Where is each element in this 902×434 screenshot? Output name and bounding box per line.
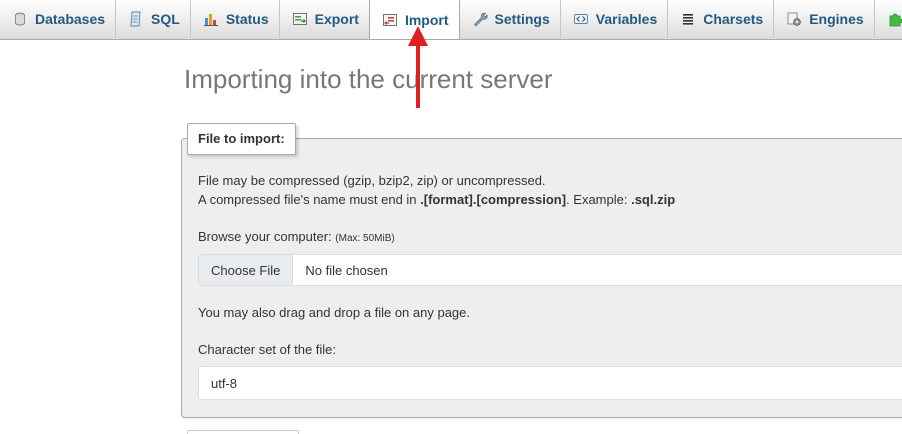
tab-label: Status (225, 11, 269, 27)
tab-engines[interactable]: Engines (774, 0, 875, 38)
tab-label: Engines (809, 11, 864, 27)
engines-icon (786, 11, 802, 27)
choose-file-button[interactable]: Choose File (199, 255, 294, 285)
import-page: Databases SQL Status Export Import Setti… (0, 0, 902, 434)
charset-select[interactable]: utf-8 (198, 366, 902, 400)
charset-label: Character set of the file: (198, 342, 337, 357)
tab-label: Databases (35, 11, 106, 27)
drag-drop-note: You may also drag and drop a file on any… (198, 305, 470, 320)
file-status-text: No file chosen (305, 262, 388, 278)
tab-label: Charsets (703, 11, 764, 27)
filename-format: .[format].[compression] (420, 192, 567, 207)
wrench-icon (472, 11, 488, 27)
database-icon (12, 11, 28, 27)
filename-note-prefix: A compressed file's name must end in (198, 192, 421, 207)
tab-label: SQL (151, 11, 180, 27)
browse-label-text: Browse your computer: (198, 229, 336, 244)
variables-icon (573, 11, 589, 27)
top-menu-tabs: Databases SQL Status Export Import Setti… (0, 0, 902, 40)
status-chart-icon (203, 11, 219, 27)
tab-settings[interactable]: Settings (460, 0, 561, 38)
filename-example: .sql.zip (631, 192, 676, 207)
tab-export[interactable]: Export (280, 0, 370, 38)
next-section-legend (187, 430, 299, 434)
tab-sql[interactable]: SQL (116, 0, 191, 38)
filename-note-middle: . Example: (566, 192, 632, 207)
annotation-arrow-icon (408, 26, 428, 108)
filename-note: A compressed file's name must end in .[f… (198, 192, 675, 207)
tab-status[interactable]: Status (191, 0, 280, 38)
tab-charsets[interactable]: Charsets (668, 0, 775, 38)
tab-plugins[interactable] (875, 0, 902, 38)
compression-note: File may be compressed (gzip, bzip2, zip… (198, 173, 546, 188)
charsets-icon (680, 11, 696, 27)
tab-label: Variables (595, 11, 658, 27)
export-icon (292, 11, 308, 27)
sql-icon (128, 11, 144, 27)
tab-label: Export (314, 11, 359, 27)
file-upload-input[interactable]: Choose File No file chosen (198, 254, 902, 286)
browse-label: Browse your computer: (Max: 50MiB) (198, 229, 395, 244)
file-import-legend: File to import: (187, 123, 296, 155)
tab-databases[interactable]: Databases (0, 0, 117, 38)
charset-selected-value: utf-8 (211, 375, 238, 391)
import-icon (382, 12, 398, 28)
max-size-label: (Max: 50MiB) (335, 233, 395, 244)
plugin-puzzle-icon (887, 11, 902, 27)
page-title: Importing into the current server (184, 64, 553, 94)
tab-label: Settings (494, 11, 550, 27)
tab-variables[interactable]: Variables (561, 0, 669, 38)
